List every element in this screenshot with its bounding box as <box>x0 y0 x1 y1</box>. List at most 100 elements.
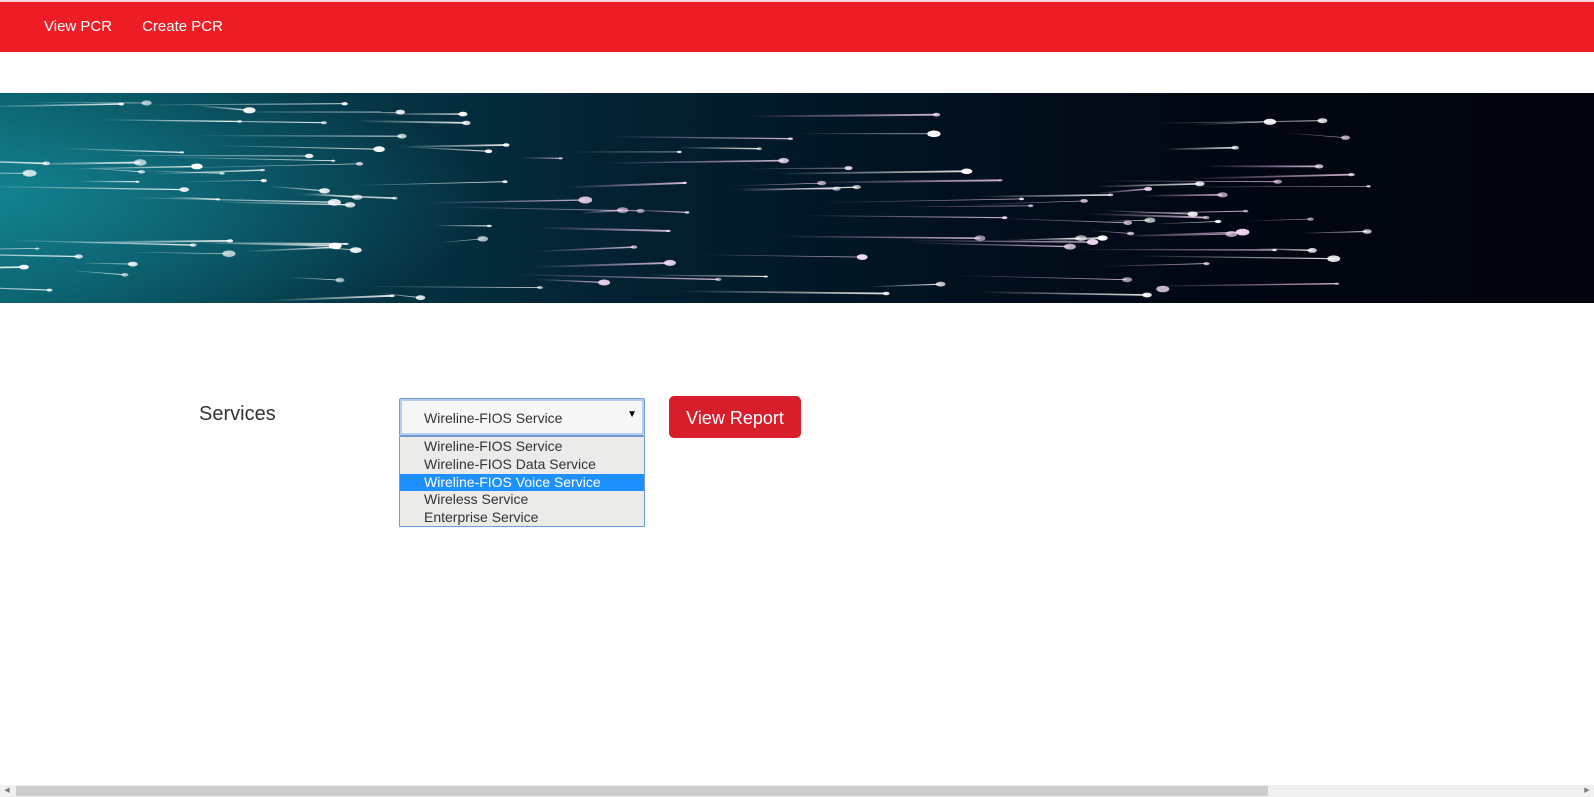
light-dot <box>1203 215 1210 220</box>
light-streak <box>746 113 937 118</box>
light-streak <box>1094 182 1200 188</box>
services-label: Services <box>199 403 276 425</box>
light-dot <box>787 137 793 140</box>
light-streak <box>1101 263 1207 267</box>
light-streak <box>811 179 1001 184</box>
services-select[interactable]: Wireline-FIOS Service ▼ <box>399 398 645 436</box>
light-dot <box>219 171 225 175</box>
view-report-button[interactable]: View Report <box>669 396 801 438</box>
light-dot <box>1019 197 1024 201</box>
light-dot <box>335 277 345 283</box>
light-dot <box>1142 292 1152 298</box>
light-streak <box>1166 185 1369 188</box>
light-streak <box>1246 218 1311 222</box>
light-dot <box>663 259 676 266</box>
light-dot <box>684 211 690 214</box>
light-dot <box>682 181 687 184</box>
light-streak <box>977 291 1148 296</box>
light-dot <box>974 235 986 241</box>
light-dot <box>1028 204 1034 208</box>
light-dot <box>578 196 593 204</box>
light-streak <box>1097 180 1278 183</box>
light-streak <box>1150 283 1338 287</box>
light-dot <box>355 162 364 166</box>
dropdown-option-wireline-fios-voice-service[interactable]: Wireline-FIOS Voice Service <box>400 473 644 492</box>
light-streak <box>904 239 1093 243</box>
light-dot <box>415 295 426 301</box>
light-dot <box>1314 164 1324 169</box>
light-dot <box>319 188 330 194</box>
light-streak <box>901 205 1031 208</box>
light-dot <box>1144 217 1156 223</box>
light-dot <box>1187 211 1198 217</box>
light-dot <box>179 151 185 154</box>
light-dot <box>935 281 946 287</box>
light-dot <box>19 264 29 270</box>
light-dot <box>477 236 489 242</box>
top-navbar: View PCR Create PCR <box>0 0 1594 52</box>
dropdown-option-enterprise-service[interactable]: Enterprise Service <box>400 509 644 527</box>
banner-graphic <box>0 93 1372 303</box>
light-dot <box>1122 277 1133 283</box>
light-streak <box>800 214 1005 219</box>
light-dot <box>118 102 125 106</box>
light-dot <box>226 239 234 243</box>
light-dot <box>961 168 973 175</box>
light-dot <box>189 243 197 247</box>
light-streak <box>912 242 1070 248</box>
light-dot <box>74 254 83 259</box>
light-dot <box>1127 231 1135 236</box>
light-dot <box>341 102 348 106</box>
light-dot <box>932 112 941 117</box>
light-dot <box>486 224 492 228</box>
light-dot <box>42 161 51 166</box>
light-dot <box>260 179 267 183</box>
dropdown-option-wireless-service[interactable]: Wireless Service <box>400 491 644 509</box>
light-streak <box>1105 219 1150 222</box>
light-dot <box>22 169 37 177</box>
light-dot <box>121 273 129 277</box>
light-dot <box>321 121 327 125</box>
light-streak <box>678 290 887 295</box>
light-dot <box>190 163 203 170</box>
nav-link-create-pcr[interactable]: Create PCR <box>142 2 223 52</box>
chevron-down-icon: ▼ <box>627 409 637 420</box>
light-streak <box>105 154 310 157</box>
light-dot <box>327 199 341 206</box>
light-streak <box>819 198 1022 204</box>
scroll-right-arrow-icon[interactable]: ▶ <box>1580 785 1594 797</box>
light-dot <box>1317 118 1328 124</box>
scroll-left-arrow-icon[interactable]: ◀ <box>0 785 14 797</box>
dropdown-option-wireline-fios-data-service[interactable]: Wireline-FIOS Data Service <box>400 456 644 474</box>
horizontal-scrollbar[interactable]: ◀ ▶ <box>0 785 1594 797</box>
light-dot <box>35 247 40 250</box>
light-streak <box>869 283 941 288</box>
light-dot <box>636 208 645 213</box>
light-dot <box>502 143 510 147</box>
light-dot <box>1341 135 1350 140</box>
light-dot <box>1194 181 1205 187</box>
light-dot <box>344 202 356 208</box>
light-dot <box>665 229 671 233</box>
light-dot <box>778 157 789 164</box>
light-streak <box>520 157 561 159</box>
light-streak <box>194 135 402 137</box>
light-streak <box>433 224 490 227</box>
light-dot <box>630 245 638 249</box>
light-dot <box>1217 192 1228 198</box>
light-streak <box>1300 231 1368 234</box>
dropdown-option-wireline-fios-service[interactable]: Wireline-FIOS Service <box>400 438 644 456</box>
light-dot <box>135 180 140 183</box>
light-dot <box>127 261 138 267</box>
light-dot <box>1203 262 1210 266</box>
light-dot <box>1225 231 1238 237</box>
light-dot <box>260 168 265 172</box>
light-dot <box>1086 239 1099 246</box>
light-dot <box>536 286 544 289</box>
nav-link-view-pcr[interactable]: View PCR <box>44 2 112 52</box>
light-dot <box>389 294 395 298</box>
scrollbar-thumb[interactable] <box>16 786 1268 796</box>
light-dot <box>133 159 147 166</box>
light-dot <box>1348 173 1355 177</box>
light-streak <box>995 217 1128 224</box>
